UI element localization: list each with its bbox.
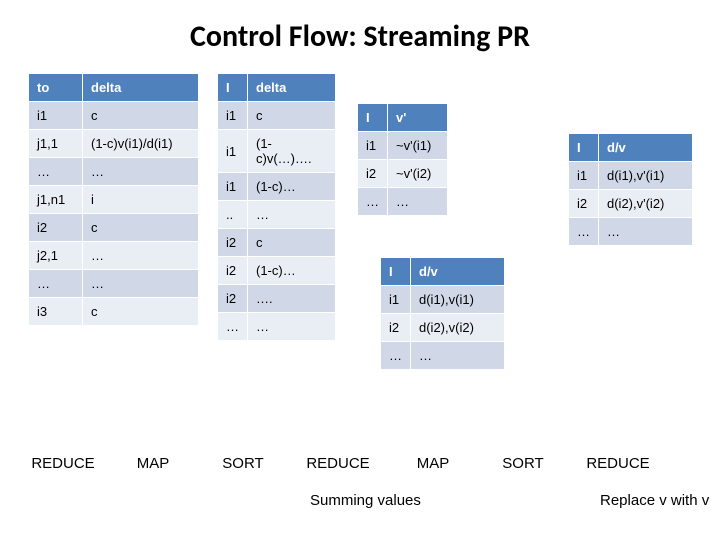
t2-r0c1: c <box>248 102 336 130</box>
t2-r0c0: i1 <box>218 102 248 130</box>
t5-r0c1: d(i1),v(i1) <box>411 286 505 314</box>
t2-r5c0: i2 <box>218 257 248 285</box>
t2-h1: delta <box>248 74 336 102</box>
caption-summing: Summing values <box>310 492 421 509</box>
stage-reduce-1: REDUCE <box>18 455 108 472</box>
t2-r1c1: (1-c)v(…)…. <box>248 130 336 173</box>
t3-r0c0: i1 <box>358 132 388 160</box>
t2-r1c0: i1 <box>218 130 248 173</box>
t5-r1c1: d(i2),v(i2) <box>411 314 505 342</box>
t1-r6c0: … <box>29 270 83 298</box>
t2-r6c0: i2 <box>218 285 248 313</box>
t4-r2c0: … <box>569 218 599 246</box>
t3-r1c0: i2 <box>358 160 388 188</box>
slide-title: Control Flow: Streaming PR <box>0 0 720 73</box>
tables-area: to delta i1c j1,1(1-c)v(i1)/d(i1) …… j1,… <box>0 73 720 443</box>
t3-r2c1: … <box>388 188 448 216</box>
t1-r3c1: i <box>83 186 199 214</box>
t2-r3c0: .. <box>218 201 248 229</box>
t1-r5c0: j2,1 <box>29 242 83 270</box>
table-i-dv-bottom: I d/v i1d(i1),v(i1) i2d(i2),v(i2) …… <box>380 257 505 370</box>
t1-r4c0: i2 <box>29 214 83 242</box>
t1-r2c1: … <box>83 158 199 186</box>
stage-reduce-2: REDUCE <box>288 455 388 472</box>
t1-r5c1: … <box>83 242 199 270</box>
t3-r0c1: ~v'(i1) <box>388 132 448 160</box>
t4-r1c1: d(i2),v'(i2) <box>599 190 693 218</box>
t2-r4c0: i2 <box>218 229 248 257</box>
t1-r3c0: j1,n1 <box>29 186 83 214</box>
t2-h0: I <box>218 74 248 102</box>
t1-r4c1: c <box>83 214 199 242</box>
stage-reduce-3: REDUCE <box>568 455 668 472</box>
t3-r2c0: … <box>358 188 388 216</box>
t1-r7c1: c <box>83 298 199 326</box>
stage-map-2: MAP <box>388 455 478 472</box>
table-to-delta: to delta i1c j1,1(1-c)v(i1)/d(i1) …… j1,… <box>28 73 199 326</box>
t1-r2c0: … <box>29 158 83 186</box>
t1-r0c1: c <box>83 102 199 130</box>
table-i-delta: I delta i1c i1(1-c)v(…)…. i1(1-c)… ..… i… <box>217 73 336 341</box>
t5-r2c0: … <box>381 342 411 370</box>
t3-h0: I <box>358 104 388 132</box>
t1-r1c0: j1,1 <box>29 130 83 158</box>
stage-map-1: MAP <box>108 455 198 472</box>
t1-r1c1: (1-c)v(i1)/d(i1) <box>83 130 199 158</box>
t4-h0: I <box>569 134 599 162</box>
t5-h1: d/v <box>411 258 505 286</box>
t4-h1: d/v <box>599 134 693 162</box>
t2-r4c1: c <box>248 229 336 257</box>
t4-r1c0: i2 <box>569 190 599 218</box>
t2-r2c0: i1 <box>218 173 248 201</box>
t4-r2c1: … <box>599 218 693 246</box>
stage-sort-2: SORT <box>478 455 568 472</box>
t1-r6c1: … <box>83 270 199 298</box>
t5-r2c1: … <box>411 342 505 370</box>
t2-r3c1: … <box>248 201 336 229</box>
caption-replace: Replace v with v <box>600 492 709 509</box>
t2-r7c0: … <box>218 313 248 341</box>
t2-r5c1: (1-c)… <box>248 257 336 285</box>
table-i-dv-top: I d/v i1d(i1),v'(i1) i2d(i2),v'(i2) …… <box>568 133 693 246</box>
t1-r7c0: i3 <box>29 298 83 326</box>
t4-r0c0: i1 <box>569 162 599 190</box>
t1-h0: to <box>29 74 83 102</box>
t5-h0: I <box>381 258 411 286</box>
t3-h1: v' <box>388 104 448 132</box>
t2-r2c1: (1-c)… <box>248 173 336 201</box>
t5-r0c0: i1 <box>381 286 411 314</box>
t4-r0c1: d(i1),v'(i1) <box>599 162 693 190</box>
t2-r7c1: … <box>248 313 336 341</box>
t1-h1: delta <box>83 74 199 102</box>
table-i-vprime: I v' i1~v'(i1) i2~v'(i2) …… <box>357 103 448 216</box>
t1-r0c0: i1 <box>29 102 83 130</box>
t3-r1c1: ~v'(i2) <box>388 160 448 188</box>
t5-r1c0: i2 <box>381 314 411 342</box>
stage-sort-1: SORT <box>198 455 288 472</box>
stage-row: REDUCE MAP SORT REDUCE MAP SORT REDUCE <box>0 455 720 472</box>
t2-r6c1: …. <box>248 285 336 313</box>
